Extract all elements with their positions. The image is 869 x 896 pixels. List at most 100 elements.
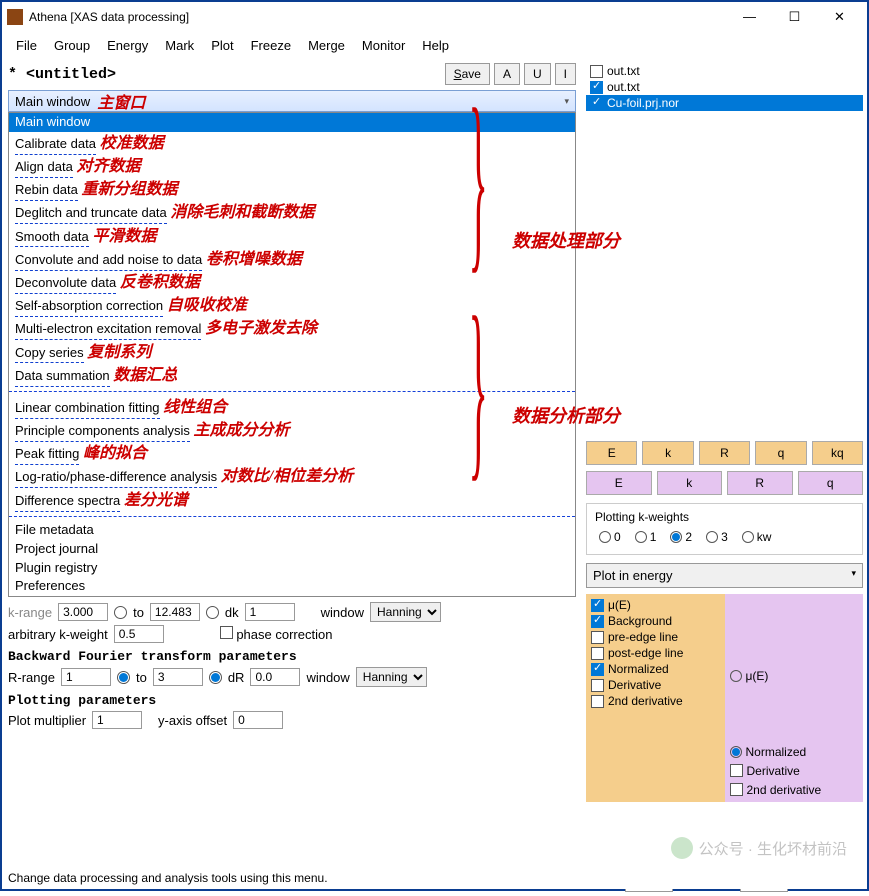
menu-merge[interactable]: Merge <box>300 36 353 55</box>
dd-item3-2[interactable]: Plugin registry <box>9 559 575 578</box>
plot-btn2-q[interactable]: q <box>798 471 864 495</box>
plotopt-post-edge line[interactable]: post-edge line <box>591 645 720 661</box>
dd-item-8[interactable]: Multi-electron excitation removal 多电子激发去… <box>9 317 575 340</box>
file-row[interactable]: Cu-foil.prj.nor <box>586 95 863 111</box>
yoffset-input[interactable] <box>233 711 283 729</box>
krange-min[interactable] <box>58 603 108 621</box>
plot-btn2-k[interactable]: k <box>657 471 723 495</box>
plotopt-Background[interactable]: Background <box>591 613 720 629</box>
file-list: out.txtout.txtCu-foil.prj.nor <box>586 63 863 111</box>
dd-item2-3[interactable]: Log-ratio/phase-difference analysis 对数比/… <box>9 465 575 488</box>
btn-i[interactable]: I <box>555 63 576 85</box>
plot-btn-k[interactable]: k <box>642 441 693 465</box>
menu-monitor[interactable]: Monitor <box>354 36 413 55</box>
menubar: File Group Energy Mark Plot Freeze Merge… <box>2 32 867 59</box>
akw-input[interactable] <box>114 625 164 643</box>
dd-item3-3[interactable]: Preferences <box>9 577 575 596</box>
plot-btn-E[interactable]: E <box>586 441 637 465</box>
plotmult-input[interactable] <box>92 711 142 729</box>
plot-btn-kq[interactable]: kq <box>812 441 863 465</box>
akw-label: arbitrary k-weight <box>8 627 108 642</box>
plot-btn2-E[interactable]: E <box>586 471 652 495</box>
annot-main-window: 主窗口 <box>97 89 145 113</box>
watermark: 公众号 · 生化坏材前沿 <box>671 837 847 859</box>
plotopt-Normalized[interactable]: Normalized <box>591 661 720 677</box>
dd-item-9[interactable]: Copy series 复制系列 <box>9 341 575 364</box>
rmax-input[interactable] <box>153 668 203 686</box>
window-title: Athena [XAS data processing] <box>29 10 727 24</box>
menu-help[interactable]: Help <box>414 36 457 55</box>
menu-group[interactable]: Group <box>46 36 98 55</box>
dd-item-4[interactable]: Smooth data 平滑数据 <box>9 225 575 248</box>
file-check[interactable] <box>590 97 603 110</box>
plotopt-r-2[interactable]: Derivative <box>730 761 859 780</box>
kw-radio-kw[interactable]: kw <box>742 530 772 544</box>
dd-item2-4[interactable]: Difference spectra 差分光谱 <box>9 489 575 512</box>
dd-item-10[interactable]: Data summation 数据汇总 <box>9 364 575 387</box>
maximize-button[interactable]: ☐ <box>772 3 817 31</box>
btn-u[interactable]: U <box>524 63 551 85</box>
dd-item-3[interactable]: Deglitch and truncate data 消除毛刺和截断数据 <box>9 201 575 224</box>
section-proc-label: 数据处理部分 <box>512 227 620 253</box>
phase-check[interactable] <box>220 626 233 639</box>
pp-header: Plotting parameters <box>8 693 576 708</box>
menu-energy[interactable]: Energy <box>99 36 156 55</box>
kw-radio-2[interactable]: 2 <box>670 530 692 544</box>
document-title: * <untitled> <box>8 66 441 83</box>
dd-item3-0[interactable]: File metadata <box>9 521 575 540</box>
menu-mark[interactable]: Mark <box>157 36 202 55</box>
plotopt-r-0[interactable]: μ(E) <box>730 666 859 685</box>
menu-file[interactable]: File <box>8 36 45 55</box>
rmax-radio[interactable] <box>209 671 222 684</box>
window-select[interactable]: Hanning <box>370 602 441 622</box>
plot-energy-combo[interactable]: Plot in energy <box>586 563 863 588</box>
menu-plot[interactable]: Plot <box>203 36 241 55</box>
plot-btn2-R[interactable]: R <box>727 471 793 495</box>
krange-max[interactable] <box>150 603 200 621</box>
kw-radio-3[interactable]: 3 <box>706 530 728 544</box>
statusbar: Change data processing and analysis tool… <box>2 867 867 889</box>
dr-input[interactable] <box>250 668 300 686</box>
dd-main-window[interactable]: Main window <box>9 113 575 132</box>
app-icon <box>7 9 23 25</box>
plotopt-μ(E)[interactable]: μ(E) <box>591 597 720 613</box>
plotopt-pre-edge line[interactable]: pre-edge line <box>591 629 720 645</box>
dd-item-6[interactable]: Deconvolute data 反卷积数据 <box>9 271 575 294</box>
kw-radio-1[interactable]: 1 <box>635 530 657 544</box>
plotopt-2nd derivative[interactable]: 2nd derivative <box>591 693 720 709</box>
dd-item-0[interactable]: Calibrate data 校准数据 <box>9 132 575 155</box>
plot-btn-R[interactable]: R <box>699 441 750 465</box>
rmin-input[interactable] <box>61 668 111 686</box>
section-anal-label: 数据分析部分 <box>512 402 620 428</box>
file-check[interactable] <box>590 81 603 94</box>
kw-radio-0[interactable]: 0 <box>599 530 621 544</box>
tool-dropdown: Main window Calibrate data 校准数据Align dat… <box>8 112 576 597</box>
dd-item-1[interactable]: Align data 对齐数据 <box>9 155 575 178</box>
plotopt-r-3[interactable]: 2nd derivative <box>730 780 859 799</box>
close-button[interactable]: ✕ <box>817 3 862 31</box>
kweight-box: Plotting k-weights 0123kw <box>586 503 863 555</box>
file-check[interactable] <box>590 65 603 78</box>
dd-item-2[interactable]: Rebin data 重新分组数据 <box>9 178 575 201</box>
dd-item2-2[interactable]: Peak fitting 峰的拟合 <box>9 442 575 465</box>
window2-select[interactable]: Hanning <box>356 667 427 687</box>
dd-item-7[interactable]: Self-absorption correction 自吸收校准 <box>9 294 575 317</box>
dd-item2-1[interactable]: Principle components analysis 主成成分分析 <box>9 419 575 442</box>
plotopt-Derivative[interactable]: Derivative <box>591 677 720 693</box>
bft-header: Backward Fourier transform parameters <box>8 649 576 664</box>
btn-a[interactable]: A <box>494 63 520 85</box>
rmin-radio[interactable] <box>117 671 130 684</box>
dd-item2-0[interactable]: Linear combination fitting 线性组合 <box>9 396 575 419</box>
plot-btn-q[interactable]: q <box>755 441 806 465</box>
dd-item3-1[interactable]: Project journal <box>9 540 575 559</box>
menu-freeze[interactable]: Freeze <box>243 36 299 55</box>
minimize-button[interactable]: — <box>727 3 772 31</box>
titlebar: Athena [XAS data processing] — ☐ ✕ <box>2 2 867 32</box>
save-button[interactable]: Save <box>445 63 490 85</box>
dk-input[interactable] <box>245 603 295 621</box>
file-row[interactable]: out.txt <box>586 63 863 79</box>
plotopt-r-1[interactable]: Normalized <box>730 742 859 761</box>
dd-item-5[interactable]: Convolute and add noise to data 卷积增噪数据 <box>9 248 575 271</box>
file-row[interactable]: out.txt <box>586 79 863 95</box>
tool-selector-combo[interactable]: Main window 主窗口 <box>8 90 576 112</box>
